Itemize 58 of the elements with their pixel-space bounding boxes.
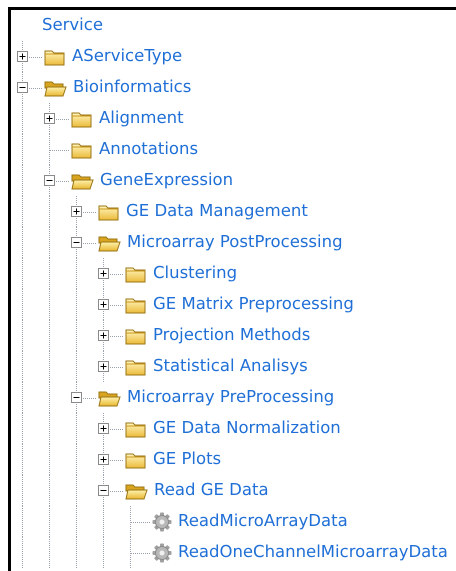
expand-toggle[interactable]	[98, 268, 109, 279]
tree-item-label[interactable]: GE Data Normalization	[153, 416, 341, 441]
folder-icon	[125, 450, 147, 468]
folder-icon	[125, 420, 147, 438]
tree-item-label[interactable]: Clustering	[153, 261, 238, 286]
tree-item-label[interactable]: GE Data Management	[126, 199, 308, 224]
gear-icon	[152, 512, 172, 532]
folder-icon	[44, 48, 66, 66]
folder-icon	[71, 110, 93, 128]
plus-icon	[99, 424, 108, 433]
folder-icon	[125, 296, 147, 314]
plus-icon	[99, 455, 108, 464]
open-folder-icon	[71, 172, 94, 190]
folder-icon	[125, 358, 147, 376]
tree-item-label[interactable]: Microarray PreProcessing	[127, 385, 334, 410]
expand-toggle[interactable]	[98, 454, 109, 465]
expand-toggle[interactable]	[98, 423, 109, 434]
expand-toggle[interactable]	[44, 113, 55, 124]
tree-item-label[interactable]: Bioinformatics	[73, 75, 192, 100]
expand-toggle[interactable]	[98, 330, 109, 341]
gear-icon	[152, 542, 172, 562]
folder-icon	[125, 264, 147, 282]
plus-icon	[72, 207, 81, 216]
collapse-toggle[interactable]	[17, 82, 28, 93]
tree-item-label[interactable]: Read GE Data	[154, 478, 269, 503]
tree-item-label[interactable]: Microarray PostProcessing	[127, 230, 343, 255]
plus-icon	[99, 331, 108, 340]
tree-item-label[interactable]: AServiceType	[72, 44, 182, 69]
plus-icon	[99, 300, 108, 309]
collapse-toggle[interactable]	[71, 237, 82, 248]
tree-item-label[interactable]: Annotations	[99, 137, 198, 162]
collapse-toggle[interactable]	[71, 392, 82, 403]
tree-item-label[interactable]: Statistical Analisys	[153, 354, 308, 379]
folder-icon	[125, 326, 147, 344]
collapse-toggle[interactable]	[98, 485, 109, 496]
tree-root-label[interactable]: Service	[42, 13, 103, 38]
open-folder-icon	[44, 78, 67, 96]
expand-toggle[interactable]	[71, 206, 82, 217]
expand-toggle[interactable]	[17, 51, 28, 62]
plus-icon	[18, 52, 27, 61]
folder-icon	[98, 202, 120, 220]
open-folder-icon	[125, 482, 148, 500]
tree-item-label[interactable]: GE Matrix Preprocessing	[153, 292, 354, 317]
folder-icon	[71, 140, 93, 158]
tree-item-label[interactable]: Alignment	[99, 106, 184, 131]
collapse-toggle[interactable]	[44, 175, 55, 186]
expand-toggle[interactable]	[98, 299, 109, 310]
expand-toggle[interactable]	[98, 361, 109, 372]
tree-item-label[interactable]: ReadOneChannelMicroarrayData	[178, 540, 448, 565]
tree-item-label[interactable]: GeneExpression	[100, 168, 234, 193]
tree-item-label[interactable]: ReadMicroArrayData	[178, 509, 348, 534]
tree-item-label[interactable]: GE Plots	[153, 447, 222, 472]
plus-icon	[99, 269, 108, 278]
plus-icon	[45, 114, 54, 123]
tree-item-label[interactable]: Projection Methods	[153, 323, 310, 348]
open-folder-icon	[98, 234, 121, 252]
open-folder-icon	[98, 388, 121, 406]
plus-icon	[99, 362, 108, 371]
